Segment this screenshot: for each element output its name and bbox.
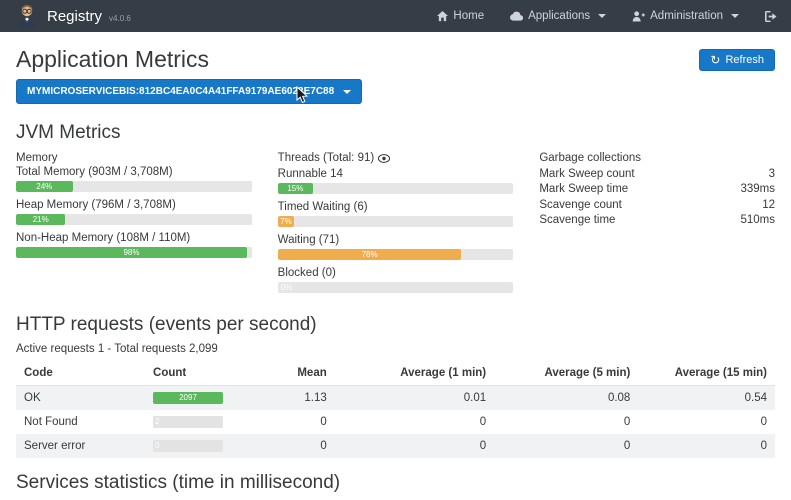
metric-label: Total Memory (903M / 3,708M) [16, 166, 252, 178]
timed-waiting-progressbar: 7% [278, 216, 514, 227]
services-statistics-heading: Services statistics (time in millisecond… [16, 472, 775, 494]
table-row: OK 2097 1.13 0.01 0.08 0.54 [16, 386, 775, 411]
threads-column: Threads (Total: 91) Runnable 14 15% Time… [278, 151, 514, 300]
http-table-header-row: Code Count Mean Average (1 min) Average … [16, 361, 775, 386]
refresh-button[interactable]: ↻ Refresh [699, 49, 775, 71]
metric-label: Non-Heap Memory (108M / 110M) [16, 232, 252, 244]
heap-memory-progressbar: 21% [16, 214, 252, 225]
gc-column: Garbage collections Mark Sweep count3 Ma… [539, 151, 775, 300]
user-plus-icon [632, 11, 645, 22]
sign-out-icon [765, 11, 777, 22]
table-row: Not Found 2 0 0 0 0 [16, 410, 775, 434]
app-version: v4.0.6 [109, 14, 131, 23]
count-progressbar: 0 [153, 440, 223, 452]
gc-row: Mark Sweep time339ms [539, 182, 775, 198]
navbar: Registry v4.0.6 Home Applications Admini… [0, 0, 791, 32]
home-icon [437, 11, 448, 22]
cloud-icon [510, 11, 523, 21]
memory-column: Memory Total Memory (903M / 3,708M) 24% … [16, 151, 252, 300]
metric-label: Runnable 14 [278, 168, 514, 180]
chevron-down-icon [598, 14, 606, 18]
threads-title: Threads (Total: 91) [278, 152, 375, 164]
gc-row: Scavenge count12 [539, 198, 775, 214]
nav-item-home[interactable]: Home [437, 10, 484, 22]
http-requests-table: Code Count Mean Average (1 min) Average … [16, 361, 775, 458]
waiting-progressbar: 78% [278, 249, 514, 260]
chevron-down-icon [343, 90, 351, 94]
brand[interactable]: Registry v4.0.6 [14, 2, 131, 31]
sign-out-button[interactable] [765, 11, 777, 22]
page-title: Application Metrics [16, 46, 209, 73]
metric-label: Blocked (0) [278, 267, 514, 279]
gc-row: Mark Sweep count3 [539, 167, 775, 183]
count-progressbar: 2 [153, 416, 223, 428]
http-requests-subtitle: Active requests 1 - Total requests 2,099 [16, 343, 775, 355]
count-progressbar: 2097 [153, 392, 223, 404]
chevron-down-icon [731, 14, 739, 18]
nav-item-administration[interactable]: Administration [632, 10, 739, 22]
app-title: Registry [47, 8, 102, 25]
nav-menu: Home Applications Administration [437, 10, 777, 22]
nav-item-applications[interactable]: Applications [510, 10, 606, 22]
memory-title: Memory [16, 152, 252, 164]
gc-row: Scavenge time510ms [539, 213, 775, 229]
total-memory-progressbar: 24% [16, 181, 252, 192]
nonheap-memory-progressbar: 98% [16, 247, 252, 258]
instance-selector-dropdown[interactable]: MYMICROSERVICEBIS:812BC4EA0C4A41FFA9179A… [16, 79, 362, 104]
jhipster-logo-icon [14, 2, 40, 31]
metric-label: Waiting (71) [278, 234, 514, 246]
table-row: Server error 0 0 0 0 0 [16, 434, 775, 458]
jvm-metrics-heading: JVM Metrics [16, 122, 775, 144]
gc-title-row: Garbage collections [539, 151, 775, 167]
metric-label: Timed Waiting (6) [278, 201, 514, 213]
http-requests-heading: HTTP requests (events per second) [16, 314, 775, 336]
jvm-columns: Memory Total Memory (903M / 3,708M) 24% … [16, 151, 775, 300]
metric-label: Heap Memory (796M / 3,708M) [16, 199, 252, 211]
blocked-progressbar: 0% [278, 282, 514, 293]
eye-icon[interactable] [378, 154, 390, 166]
runnable-progressbar: 15% [278, 183, 514, 194]
refresh-icon: ↻ [710, 54, 720, 66]
